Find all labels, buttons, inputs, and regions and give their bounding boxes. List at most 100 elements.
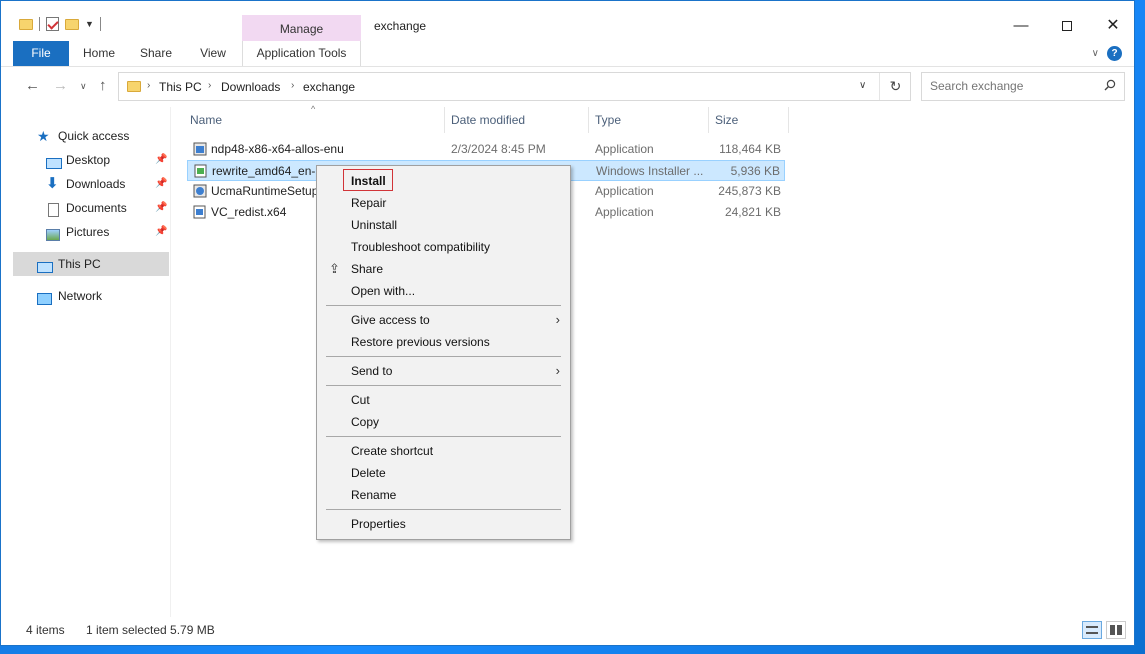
file-name: rewrite_amd64_en-U bbox=[212, 164, 325, 178]
pin-icon[interactable]: 📌 bbox=[155, 220, 167, 244]
expand-ribbon-chevron-icon[interactable]: ∨ bbox=[1092, 48, 1099, 59]
breadcrumb-this-pc[interactable]: This PC bbox=[159, 80, 202, 94]
menu-item-label: Delete bbox=[351, 466, 386, 480]
large-icons-view-button[interactable] bbox=[1106, 621, 1126, 639]
pin-icon[interactable]: 📌 bbox=[155, 172, 167, 196]
menu-separator bbox=[326, 385, 561, 386]
documents-icon bbox=[48, 201, 64, 217]
column-header-size[interactable]: Size bbox=[715, 113, 738, 127]
up-arrow-icon[interactable]: ↑ bbox=[99, 77, 107, 94]
menu-item-label: Share bbox=[351, 262, 384, 276]
file-size: 24,821 KB bbox=[724, 205, 781, 219]
menu-separator bbox=[326, 305, 561, 306]
back-arrow-icon[interactable]: ← bbox=[25, 77, 40, 94]
properties-check-icon[interactable] bbox=[46, 17, 59, 31]
column-header-type[interactable]: Type bbox=[595, 113, 621, 127]
menu-item-label: Install bbox=[351, 174, 386, 188]
breadcrumb-downloads[interactable]: Downloads bbox=[221, 80, 280, 94]
menu-item-label: Troubleshoot compatibility bbox=[351, 240, 490, 254]
folder-icon[interactable] bbox=[19, 18, 33, 30]
pin-icon[interactable]: 📌 bbox=[155, 196, 167, 220]
tab-application-tools[interactable]: Application Tools bbox=[242, 41, 361, 66]
menu-item-label: Uninstall bbox=[351, 218, 398, 232]
tab-file[interactable]: File bbox=[13, 41, 69, 66]
menu-separator bbox=[326, 509, 561, 510]
file-type: Application bbox=[595, 205, 654, 219]
tab-view[interactable]: View bbox=[193, 41, 233, 66]
nav-item-label: Quick access bbox=[58, 129, 130, 143]
menu-item-repair[interactable]: Repair bbox=[319, 192, 568, 214]
maximize-button[interactable] bbox=[1047, 11, 1087, 41]
maximize-icon bbox=[1062, 21, 1072, 32]
menu-item-uninstall[interactable]: Uninstall bbox=[319, 214, 568, 236]
help-icon[interactable]: ? bbox=[1107, 46, 1122, 61]
pin-icon[interactable]: 📌 bbox=[155, 148, 167, 172]
address-history-chevron-icon[interactable]: ∨ bbox=[859, 80, 866, 91]
file-name: VC_redist.x64 bbox=[211, 205, 287, 219]
column-header-date-modified[interactable]: Date modified bbox=[451, 113, 525, 127]
column-headers: ^ Name Date modified Type Size bbox=[183, 104, 793, 133]
menu-item-share[interactable]: ⇪ Share bbox=[319, 258, 568, 280]
file-explorer-window: ▼ Manage exchange — ✕ File Home Share Vi… bbox=[0, 0, 1135, 646]
file-type: Windows Installer ... bbox=[596, 164, 704, 178]
nav-item-downloads[interactable]: ⬇ Downloads 📌 bbox=[13, 172, 169, 196]
menu-item-create-shortcut[interactable]: Create shortcut bbox=[319, 440, 568, 462]
refresh-icon[interactable]: ↻ bbox=[879, 73, 911, 100]
file-size: 5,936 KB bbox=[730, 164, 780, 178]
breadcrumb-separator-icon[interactable]: › bbox=[291, 80, 294, 91]
menu-item-open-with[interactable]: Open with... bbox=[319, 280, 568, 302]
search-input[interactable] bbox=[930, 79, 1100, 93]
column-divider[interactable] bbox=[588, 107, 589, 133]
column-divider[interactable] bbox=[444, 107, 445, 133]
column-divider[interactable] bbox=[788, 107, 789, 133]
details-view-button[interactable] bbox=[1082, 621, 1102, 639]
breadcrumb-separator-icon[interactable]: › bbox=[147, 80, 150, 91]
new-folder-icon[interactable] bbox=[65, 18, 79, 30]
menu-item-give-access-to[interactable]: Give access to › bbox=[319, 309, 568, 331]
breadcrumb-exchange[interactable]: exchange bbox=[303, 80, 355, 94]
setup-application-icon bbox=[193, 184, 207, 198]
tab-share[interactable]: Share bbox=[136, 41, 176, 66]
menu-item-properties[interactable]: Properties bbox=[319, 513, 568, 535]
file-type: Application bbox=[595, 142, 654, 156]
menu-item-install[interactable]: Install bbox=[319, 170, 568, 192]
forward-arrow-icon[interactable]: → bbox=[53, 77, 68, 94]
menu-item-cut[interactable]: Cut bbox=[319, 389, 568, 411]
search-icon[interactable] bbox=[1104, 79, 1116, 91]
star-icon: ★ bbox=[37, 128, 50, 144]
column-divider[interactable] bbox=[708, 107, 709, 133]
menu-item-delete[interactable]: Delete bbox=[319, 462, 568, 484]
menu-item-label: Send to bbox=[351, 364, 393, 378]
menu-item-restore-previous-versions[interactable]: Restore previous versions bbox=[319, 331, 568, 353]
customize-toolbar-arrow-icon[interactable]: ▼ bbox=[85, 19, 94, 29]
minimize-button[interactable]: — bbox=[1001, 11, 1041, 41]
nav-item-network[interactable]: Network bbox=[13, 284, 169, 308]
nav-item-label: Downloads bbox=[66, 177, 126, 191]
menu-item-label: Copy bbox=[351, 415, 380, 429]
column-header-name[interactable]: Name bbox=[190, 113, 222, 127]
nav-item-desktop[interactable]: Desktop 📌 bbox=[13, 148, 169, 172]
menu-item-send-to[interactable]: Send to › bbox=[319, 360, 568, 382]
file-size: 245,873 KB bbox=[718, 184, 781, 198]
menu-item-rename[interactable]: Rename bbox=[319, 484, 568, 506]
file-row[interactable]: ndp48-x86-x64-allos-enu 2/3/2024 8:45 PM… bbox=[187, 139, 785, 160]
folder-icon bbox=[127, 81, 141, 92]
window-title: exchange bbox=[374, 19, 427, 33]
menu-item-copy[interactable]: Copy bbox=[319, 411, 568, 433]
address-bar[interactable]: › This PC › Downloads › exchange ∨ ↻ bbox=[118, 72, 911, 101]
close-button[interactable]: ✕ bbox=[1093, 11, 1133, 41]
nav-item-this-pc[interactable]: This PC bbox=[13, 252, 169, 276]
breadcrumb-separator-icon[interactable]: › bbox=[208, 80, 211, 91]
nav-item-documents[interactable]: Documents 📌 bbox=[13, 196, 169, 220]
menu-item-troubleshoot-compatibility[interactable]: Troubleshoot compatibility bbox=[319, 236, 568, 258]
manage-contextual-tab[interactable]: Manage bbox=[242, 15, 361, 43]
nav-item-pictures[interactable]: Pictures 📌 bbox=[13, 220, 169, 244]
search-box[interactable] bbox=[921, 72, 1125, 101]
menu-item-label: Open with... bbox=[351, 284, 416, 298]
recent-locations-chevron-icon[interactable]: ∨ bbox=[80, 81, 87, 92]
sort-ascending-caret-icon: ^ bbox=[311, 104, 316, 114]
application-icon bbox=[193, 142, 207, 156]
toolbar-divider bbox=[39, 17, 40, 31]
tab-home[interactable]: Home bbox=[79, 41, 119, 66]
nav-item-quick-access[interactable]: ★ Quick access bbox=[13, 124, 169, 148]
